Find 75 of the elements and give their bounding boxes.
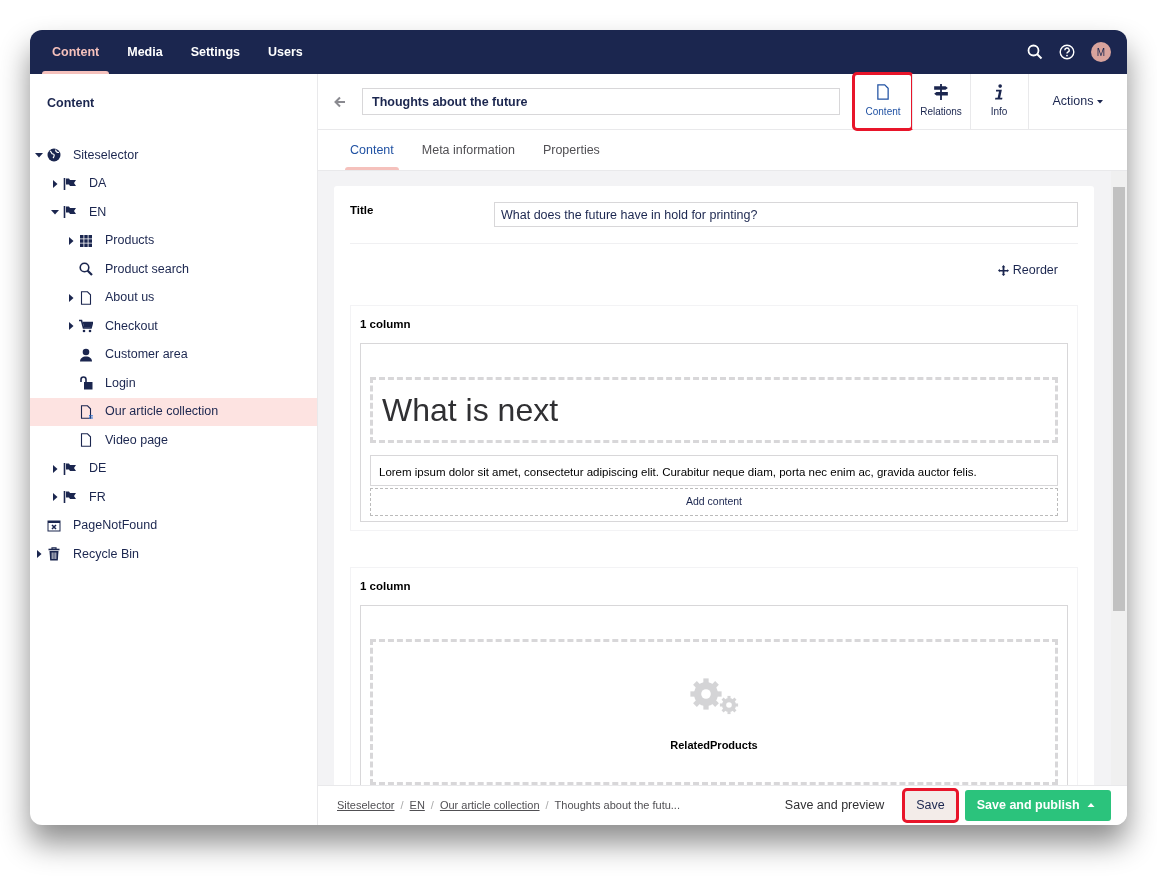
- nav-tab[interactable]: Media: [113, 30, 177, 74]
- flag-icon: [63, 490, 77, 505]
- cart-icon: [79, 319, 93, 334]
- caret-right-icon[interactable]: [51, 464, 59, 473]
- caret-right-icon[interactable]: [67, 322, 75, 331]
- document-icon: [875, 84, 892, 100]
- nav-tab[interactable]: Settings: [176, 30, 254, 74]
- tree-item[interactable]: Checkout: [30, 312, 317, 341]
- app-tab[interactable]: Content: [853, 74, 912, 129]
- breadcrumb-separator: /: [430, 798, 434, 814]
- user-icon: [79, 347, 93, 362]
- caret-right-icon[interactable]: [35, 550, 43, 559]
- tree-item[interactable]: PageNotFound: [30, 511, 317, 540]
- trash-icon: [47, 547, 61, 562]
- content-tab[interactable]: Properties: [528, 130, 614, 170]
- back-arrow-icon[interactable]: [334, 95, 346, 108]
- title-field[interactable]: What does the future have in hold for printing?: [494, 202, 1078, 227]
- caret-right-icon[interactable]: [67, 293, 75, 302]
- rich-text-block[interactable]: Lorem ipsum dolor sit amet, consectetur adipiscing elit. Curabitur neque diam, porta nec enim ac, gravida auctor felis.: [370, 455, 1058, 487]
- document-icon: [79, 433, 93, 448]
- save-and-preview-button[interactable]: Save and preview: [772, 790, 897, 821]
- actions-dropdown[interactable]: Actions: [1027, 74, 1127, 129]
- caret-right-icon[interactable]: [51, 179, 59, 188]
- search-icon[interactable]: [1027, 44, 1043, 60]
- document-icon: [79, 404, 93, 419]
- nav-tab[interactable]: Content: [38, 30, 114, 74]
- headline-block[interactable]: What is next: [370, 377, 1058, 443]
- flag-icon: [63, 176, 77, 191]
- scrollbar[interactable]: [1111, 171, 1127, 785]
- document-icon: [79, 290, 93, 305]
- tree-item[interactable]: Video page: [30, 426, 317, 455]
- move-arrows-icon: [997, 264, 1009, 276]
- help-icon[interactable]: [1059, 44, 1075, 60]
- caret-right-icon[interactable]: [51, 493, 59, 502]
- add-content-button[interactable]: Add content: [370, 488, 1058, 516]
- flag-icon: [63, 461, 77, 476]
- grid-row-label: 1 column: [360, 316, 412, 332]
- signpost-icon: [933, 84, 950, 100]
- tree-item[interactable]: FR: [30, 483, 317, 512]
- tree-item[interactable]: Our article collection: [30, 397, 317, 426]
- tree-item[interactable]: EN: [30, 198, 317, 227]
- tree-item[interactable]: DA: [30, 169, 317, 198]
- globe-icon: [47, 148, 61, 163]
- property-label: Title: [350, 203, 375, 218]
- breadcrumb-current: Thoughts about the futu...: [554, 798, 680, 814]
- content-tab[interactable]: Content: [336, 130, 408, 170]
- flag-icon: [63, 205, 77, 220]
- breadcrumb-separator: /: [400, 798, 404, 814]
- sidebar-title: Content: [46, 95, 96, 112]
- save-button[interactable]: Save: [904, 790, 957, 821]
- grid-icon: [79, 233, 93, 248]
- caret-down-icon: [1097, 99, 1103, 104]
- tree-item[interactable]: DE: [30, 454, 317, 483]
- breadcrumb-link[interactable]: Our article collection: [439, 797, 540, 814]
- unlocked-padlock-icon: [79, 376, 93, 391]
- nav-tab[interactable]: Users: [253, 30, 317, 74]
- search-icon: [79, 262, 93, 277]
- user-avatar[interactable]: M: [1091, 42, 1111, 62]
- tree-item[interactable]: Customer area: [30, 340, 317, 369]
- content-tab[interactable]: Meta information: [407, 130, 529, 170]
- breadcrumb-link[interactable]: EN: [409, 797, 425, 814]
- tree-item[interactable]: Product search: [30, 255, 317, 284]
- tree-item[interactable]: About us: [30, 283, 317, 312]
- tree-item[interactable]: Siteselector: [30, 141, 317, 170]
- tree-item[interactable]: Login: [30, 369, 317, 398]
- caret-down-icon[interactable]: [35, 151, 43, 160]
- tree-item[interactable]: Products: [30, 226, 317, 255]
- caret-right-icon[interactable]: [67, 236, 75, 245]
- window-icon: [47, 518, 61, 533]
- caret-down-icon[interactable]: [51, 208, 59, 217]
- breadcrumb-separator: /: [545, 798, 549, 814]
- grid-row-label: 1 column: [360, 579, 412, 594]
- breadcrumb-link[interactable]: Siteselector: [337, 797, 395, 814]
- name-field[interactable]: Thoughts about the future: [362, 88, 840, 115]
- tree-item[interactable]: Recycle Bin: [30, 540, 317, 569]
